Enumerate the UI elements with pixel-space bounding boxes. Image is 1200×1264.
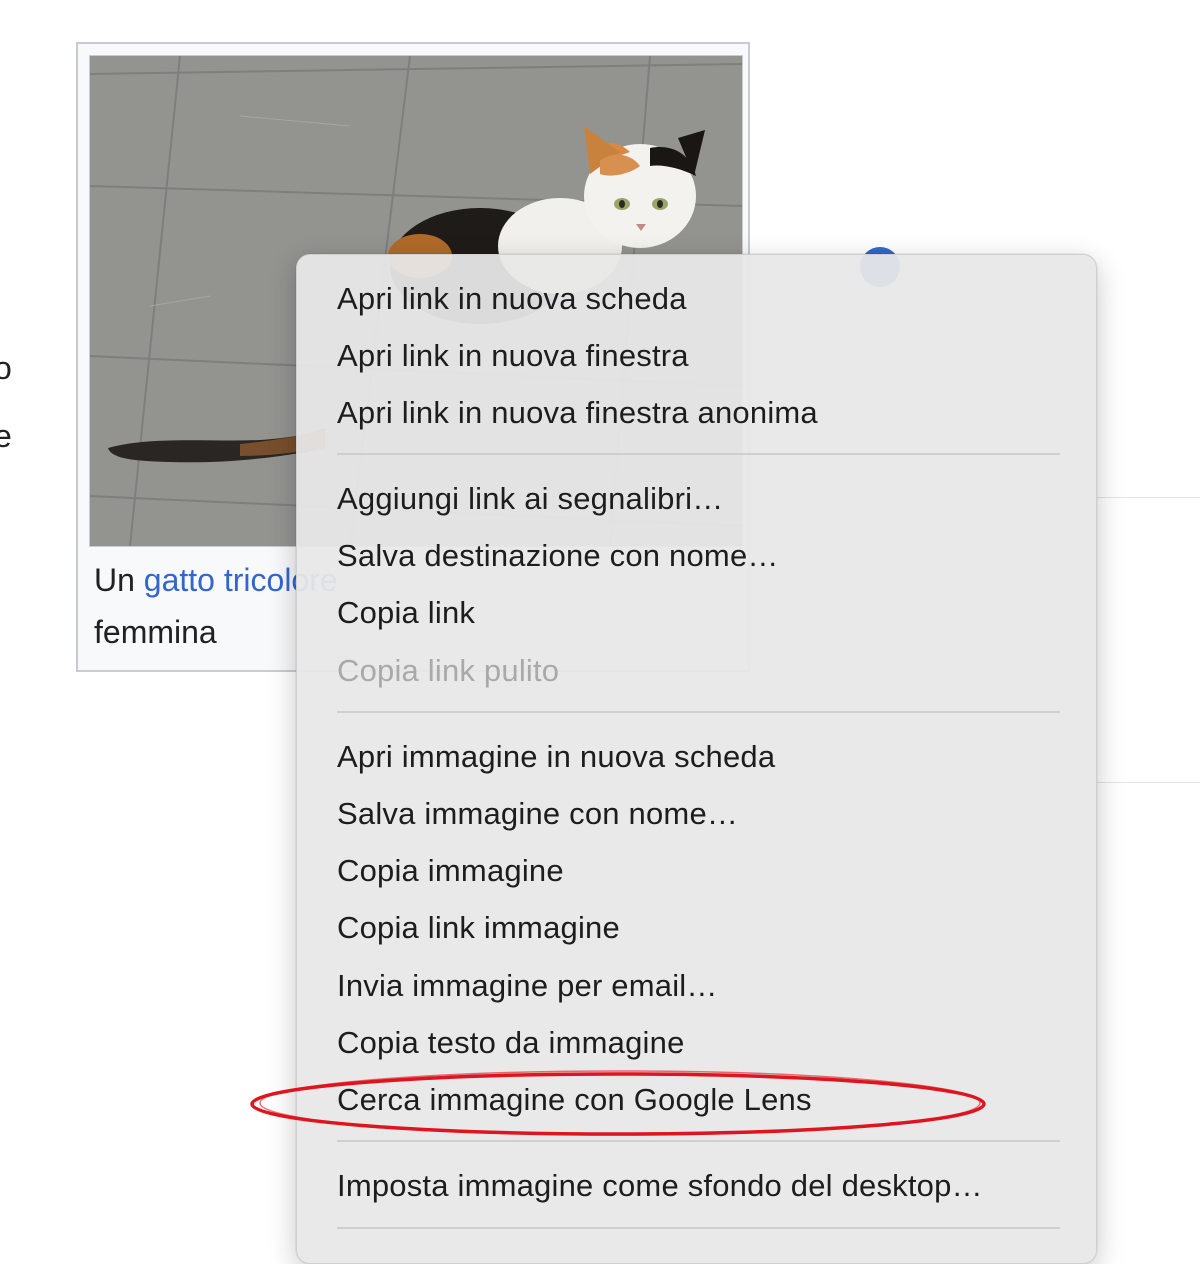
menu-item-open-link-new-window[interactable]: Apri link in nuova finestra — [337, 331, 689, 381]
menu-item-copy-image-link[interactable]: Copia link immagine — [337, 903, 620, 953]
menu-separator — [337, 711, 1060, 713]
menu-separator — [337, 453, 1060, 455]
menu-item-open-link-incognito[interactable]: Apri link in nuova finestra anonima — [337, 388, 818, 438]
caption-second-line: femmina — [94, 614, 217, 650]
menu-separator — [337, 1140, 1060, 1142]
article-text-fragment: o — [0, 350, 12, 386]
menu-item-search-google-lens[interactable]: Cerca immagine con Google Lens — [337, 1075, 812, 1125]
section-divider — [1097, 782, 1200, 783]
menu-item-set-desktop-background[interactable]: Imposta immagine come sfondo del desktop… — [337, 1161, 983, 1211]
section-divider — [1097, 497, 1200, 498]
context-menu: Apri link in nuova scheda Apri link in n… — [296, 254, 1097, 1264]
menu-item-email-image[interactable]: Invia immagine per email… — [337, 961, 718, 1011]
menu-item-copy-text-from-image[interactable]: Copia testo da immagine — [337, 1018, 685, 1068]
caption-prefix: Un — [94, 562, 144, 598]
menu-item-save-link-as[interactable]: Salva destinazione con nome… — [337, 531, 779, 581]
menu-item-save-image-as[interactable]: Salva immagine con nome… — [337, 789, 738, 839]
menu-item-open-link-new-tab[interactable]: Apri link in nuova scheda — [337, 274, 687, 324]
menu-item-copy-image[interactable]: Copia immagine — [337, 846, 564, 896]
article-text-fragment: e — [0, 418, 12, 454]
menu-item-copy-link[interactable]: Copia link — [337, 588, 475, 638]
menu-item-open-image-new-tab[interactable]: Apri immagine in nuova scheda — [337, 732, 775, 782]
menu-item-bookmark-link[interactable]: Aggiungi link ai segnalibri… — [337, 474, 723, 524]
menu-item-copy-clean-link: Copia link pulito — [337, 653, 560, 688]
menu-separator — [337, 1227, 1060, 1229]
